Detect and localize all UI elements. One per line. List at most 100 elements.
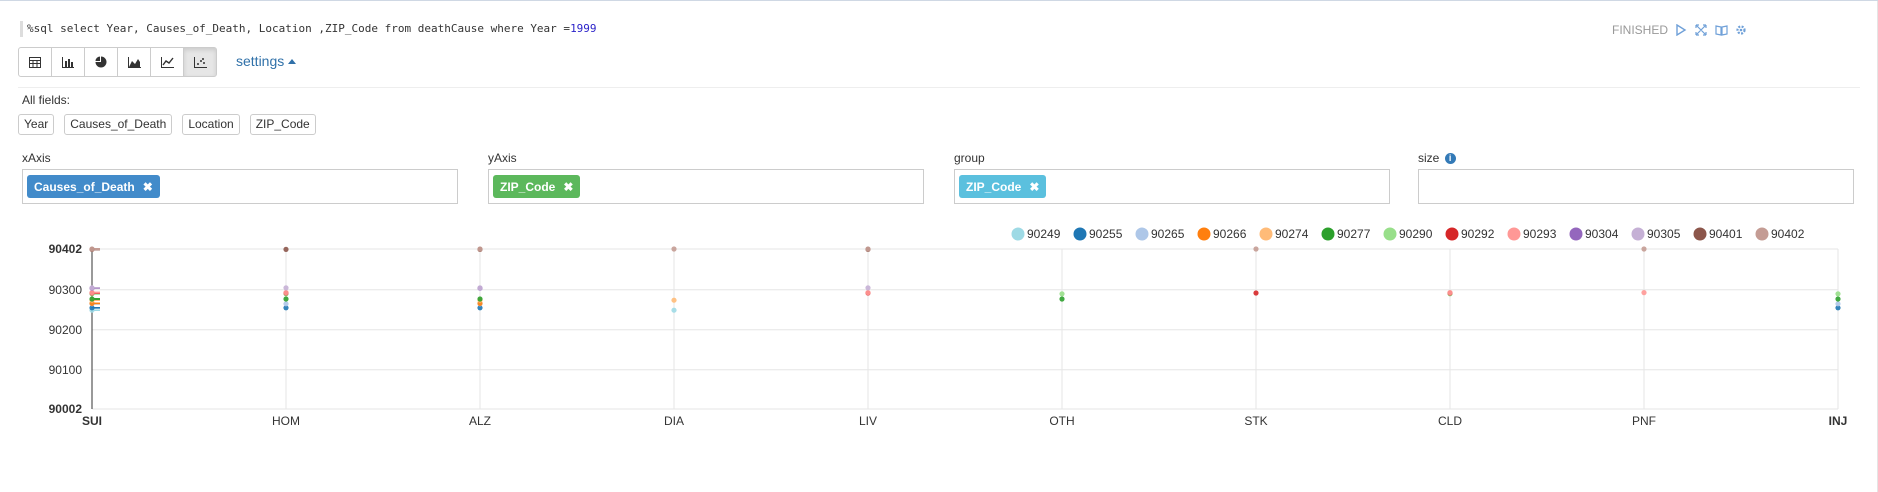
- scatter-chart-svg: 90002 90100 90200 90300 90402 SUI HOM ALZ DIA LIV…: [49, 227, 1848, 428]
- legend-label: 90266: [1213, 227, 1247, 241]
- data-point: [89, 285, 95, 291]
- group-dropzone[interactable]: ZIP_Code ✖: [954, 169, 1390, 204]
- data-point: [89, 296, 95, 302]
- size-dropzone[interactable]: [1418, 169, 1854, 204]
- legend-label: 90402: [1771, 227, 1805, 241]
- legend-label: 90290: [1399, 227, 1433, 241]
- sql-editor[interactable]: %sql select Year, Causes_of_Death, Locat…: [20, 21, 597, 37]
- status-text: FINISHED: [1611, 23, 1668, 37]
- data-point: [1253, 246, 1259, 252]
- data-point: [477, 285, 483, 291]
- data-point: [89, 246, 95, 252]
- bar-chart-icon: [62, 56, 74, 68]
- xaxis-dropzone[interactable]: Causes_of_Death ✖: [22, 169, 458, 204]
- y-tick-label: 90402: [49, 242, 83, 256]
- data-point: [283, 285, 289, 291]
- remove-icon[interactable]: ✖: [563, 180, 573, 194]
- legend-swatch: [1755, 227, 1769, 241]
- legend-swatch: [1073, 227, 1087, 241]
- x-tick-label: ALZ: [469, 414, 491, 428]
- x-tick-label: INJ: [1829, 414, 1848, 428]
- scatter-chart-button[interactable]: [183, 47, 217, 77]
- line-chart-icon: [160, 56, 174, 68]
- data-point: [283, 290, 289, 296]
- notebook-paragraph: %sql select Year, Causes_of_Death, Locat…: [0, 0, 1878, 492]
- area-chart-button[interactable]: [117, 47, 151, 77]
- group-tag-label: ZIP_Code: [966, 179, 1022, 194]
- legend-label: 90305: [1647, 227, 1681, 241]
- book-icon[interactable]: [1714, 23, 1728, 37]
- data-point: [671, 246, 677, 252]
- yaxis-tag-label: ZIP_Code: [500, 179, 556, 194]
- y-tick-label: 90100: [49, 363, 83, 377]
- y-tick-label: 90002: [49, 402, 83, 416]
- sql-query-value: 1999: [570, 22, 597, 35]
- remove-icon[interactable]: ✖: [143, 180, 153, 194]
- xaxis-tag[interactable]: Causes_of_Death ✖: [27, 175, 160, 198]
- field-chip[interactable]: ZIP_Code: [249, 114, 316, 135]
- legend-label: 90274: [1275, 227, 1309, 241]
- caret-up-icon: [288, 58, 297, 64]
- x-tick-label: OTH: [1049, 414, 1074, 428]
- legend-swatch: [1569, 227, 1583, 241]
- x-tick-label: SUI: [82, 414, 102, 428]
- all-fields-label: All fields:: [22, 93, 71, 107]
- remove-icon[interactable]: ✖: [1029, 180, 1039, 194]
- xaxis-label: xAxis: [22, 151, 51, 165]
- data-point: [477, 296, 483, 302]
- legend-swatch: [1445, 227, 1459, 241]
- data-point: [1641, 246, 1647, 252]
- field-chip[interactable]: Year: [18, 114, 55, 135]
- bar-chart-button[interactable]: [51, 47, 85, 77]
- legend-label: 90265: [1151, 227, 1185, 241]
- pie-chart-button[interactable]: [84, 47, 118, 77]
- data-point: [283, 301, 289, 307]
- data-point: [865, 285, 871, 291]
- visualization-toolbar: [18, 47, 217, 77]
- gear-icon[interactable]: [1734, 23, 1748, 37]
- sql-query-text: %sql select Year, Causes_of_Death, Locat…: [27, 22, 571, 35]
- data-point: [865, 246, 871, 252]
- settings-label: settings: [236, 53, 285, 69]
- data-point: [1835, 291, 1841, 297]
- area-chart-icon: [127, 56, 141, 68]
- xaxis-tag-label: Causes_of_Death: [34, 179, 135, 194]
- info-icon[interactable]: i: [1444, 153, 1456, 165]
- size-label-row: size i: [1418, 151, 1854, 167]
- data-point: [1835, 296, 1841, 302]
- yaxis-label: yAxis: [488, 151, 517, 165]
- data-point: [283, 296, 289, 302]
- play-icon[interactable]: [1674, 23, 1688, 37]
- group-tag[interactable]: ZIP_Code ✖: [959, 175, 1047, 198]
- size-label: size: [1418, 151, 1440, 165]
- data-point: [1641, 290, 1647, 296]
- table-view-button[interactable]: [18, 47, 52, 77]
- legend-swatch: [1383, 227, 1397, 241]
- data-point: [1835, 301, 1841, 307]
- data-point: [283, 246, 289, 252]
- line-chart-button[interactable]: [150, 47, 184, 77]
- legend-swatch: [1693, 227, 1707, 241]
- settings-toggle[interactable]: settings: [236, 53, 297, 69]
- yaxis-dropzone[interactable]: ZIP_Code ✖: [488, 169, 924, 204]
- x-tick-label: LIV: [859, 414, 877, 428]
- field-chip[interactable]: Location: [182, 114, 240, 135]
- x-tick-label: DIA: [664, 414, 684, 428]
- data-point: [1059, 291, 1065, 297]
- group-group: group ZIP_Code ✖: [954, 151, 1390, 204]
- pie-chart-icon: [95, 56, 107, 68]
- legend-label: 90249: [1027, 227, 1061, 241]
- y-tick-label: 90300: [49, 283, 83, 297]
- data-point: [865, 290, 871, 296]
- expand-icon[interactable]: [1694, 23, 1708, 37]
- legend-swatch: [1011, 227, 1025, 241]
- legend-swatch: [1197, 227, 1211, 241]
- field-chip[interactable]: Causes_of_Death: [64, 114, 173, 135]
- data-point: [1253, 290, 1259, 296]
- legend-swatch: [1259, 227, 1273, 241]
- yaxis-group: yAxis ZIP_Code ✖: [488, 151, 924, 204]
- data-point: [1059, 296, 1065, 302]
- xaxis-group: xAxis Causes_of_Death ✖: [22, 151, 458, 204]
- yaxis-tag[interactable]: ZIP_Code ✖: [493, 175, 581, 198]
- legend-label: 90292: [1461, 227, 1495, 241]
